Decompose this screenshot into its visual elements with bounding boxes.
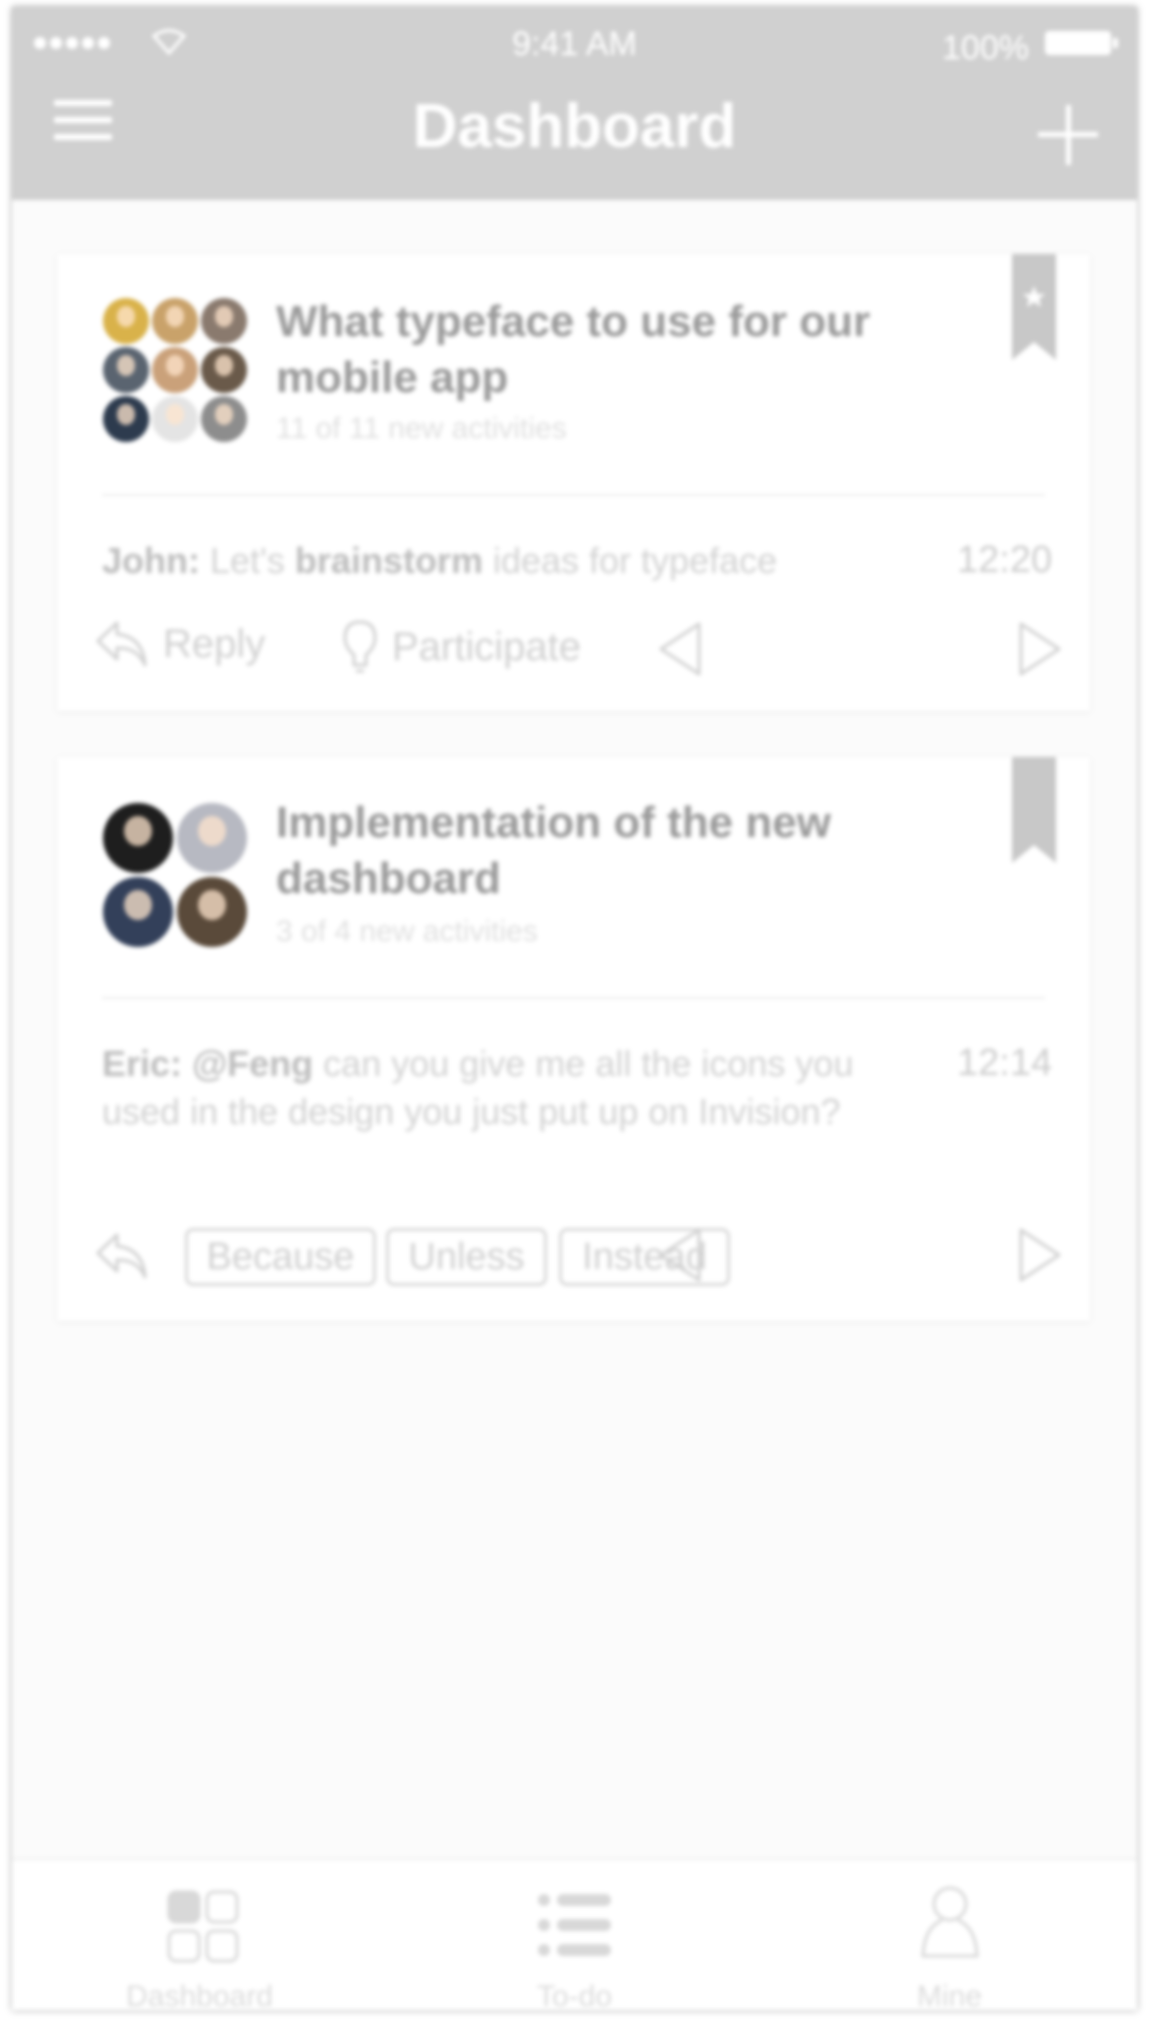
todo-list-icon [538,1894,611,1956]
dashboard-icon [167,1890,239,1963]
avatar [103,396,149,442]
reply-icon [96,621,147,667]
avatar [201,396,247,442]
tag-unless[interactable]: Unless [386,1228,547,1286]
tab-label: To-do [536,1980,613,2010]
thread-title[interactable]: What typeface to use for our mobile app [276,294,876,406]
thread-title[interactable]: Implementation of the new dashboard [276,795,876,907]
tab-bar: Dashboard To-do Mine [12,1858,1137,2010]
avatar [103,298,149,344]
activity-count: 3 of 4 new activities [276,915,538,948]
bookmark-icon[interactable] [1012,757,1056,863]
avatar [103,347,149,393]
avatar [177,877,247,947]
plus-icon[interactable] [1038,105,1098,165]
phone-screen: 9:41 AM 100% Dashboard What typeface to … [12,7,1137,2010]
activity-count: 11 of 11 new activities [276,412,567,445]
tab-label: Mine [916,1980,983,2010]
participate-button[interactable]: Participate [342,619,581,675]
thread-card[interactable]: What typeface to use for our mobile app … [57,254,1090,711]
battery-icon [1045,31,1118,55]
next-icon[interactable] [1017,621,1063,677]
tag-instead[interactable]: Instead [559,1228,730,1286]
lightbulb-icon [343,620,377,673]
card-actions: Reply Participate [57,619,1090,679]
latest-message: Eric: @Feng can you give me all the icon… [102,1043,854,1132]
next-icon[interactable] [1017,1227,1063,1283]
thread-card[interactable]: Implementation of the new dashboard 3 of… [57,757,1090,1321]
tab-mine[interactable]: Mine [762,1860,1137,2010]
avatar [201,347,247,393]
card-actions: Because Unless Instead [57,1225,1090,1286]
tag-because[interactable]: Because [185,1228,376,1286]
page-title: Dashboard [412,92,737,161]
latest-message: John: Let's brainstorm ideas for typefac… [102,540,778,581]
avatar [201,298,247,344]
avatar [103,877,173,947]
avatar [103,803,173,873]
previous-icon[interactable] [657,621,703,677]
reply-button[interactable]: Reply [95,619,265,669]
top-bar: 9:41 AM 100% Dashboard [12,7,1137,200]
previous-icon[interactable] [657,1227,703,1283]
avatar [152,347,198,393]
divider [102,997,1045,999]
tab-label: Dashboard [126,1980,273,2010]
reply-icon[interactable] [95,1231,149,1281]
avatar [152,396,198,442]
avatar [177,803,247,873]
message-time: 12:20 [957,539,1053,581]
message-time: 12:14 [957,1042,1053,1084]
tab-todo[interactable]: To-do [387,1860,762,2010]
battery-percent: 100% [942,29,1029,67]
tab-dashboard[interactable]: Dashboard [12,1860,387,2010]
user-icon [921,1886,979,1958]
status-bar: 9:41 AM 100% [12,7,1137,77]
participant-avatars [103,803,247,947]
divider [102,494,1045,496]
bookmark-icon[interactable] [1012,254,1056,360]
avatar [152,298,198,344]
participant-avatars [103,298,247,442]
